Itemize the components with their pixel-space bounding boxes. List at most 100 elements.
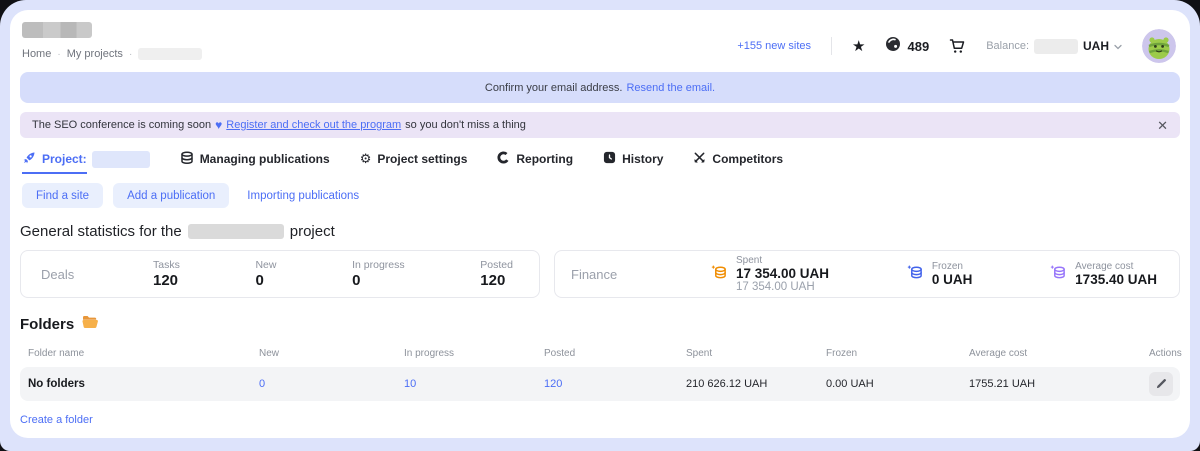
stats-heading-suffix: project [290,223,335,240]
col-average-cost: Average cost [969,348,1149,359]
tab-history-label: History [622,152,663,166]
crossed-swords-icon [693,151,706,167]
page-background: Home · My projects · +155 new sites ★ 48… [0,0,1200,451]
pie-chart-icon [497,151,510,167]
col-folder-name: Folder name [28,348,259,359]
statistics-cards: Deals Tasks 120 New 0 In progress 0 [20,250,1180,298]
balance-dropdown[interactable]: Balance: UAH [986,37,1122,55]
tab-managing-label: Managing publications [200,152,330,166]
col-spent: Spent [686,348,826,359]
coins-blue-icon [907,263,925,286]
balance-currency: UAH [1083,39,1109,53]
tab-project-label: Project: [42,152,87,166]
col-posted: Posted [544,348,686,359]
close-icon[interactable]: ✕ [1157,119,1168,132]
posted-count-link[interactable]: 120 [544,378,686,390]
project-tabs: Project: Managing publications ⚙ Project… [22,148,1180,170]
seo-register-link[interactable]: Register and check out the program [226,119,401,131]
email-banner-text: Confirm your email address. [485,82,623,94]
folders-table: Folder name New In progress Posted Spent… [20,341,1180,401]
main-card: Home · My projects · +155 new sites ★ 48… [10,10,1190,438]
finance-stat-spent: Spent 17 354.00 UAH 17 354.00 UAH [711,255,829,293]
seo-conference-banner: The SEO conference is coming soon ♥ Regi… [20,112,1180,138]
finance-stat-average-cost: Average cost 1735.40 UAH [1050,261,1157,287]
deals-stat-in-progress: In progress 0 [352,259,405,289]
tab-competitors-label: Competitors [712,152,783,166]
folder-icon [82,315,98,333]
deals-card: Deals Tasks 120 New 0 In progress 0 [20,250,540,298]
stats-heading-prefix: General statistics for the [20,223,182,240]
coin-icon [885,36,901,57]
add-publication-button[interactable]: Add a publication [113,183,229,208]
find-site-button[interactable]: Find a site [22,183,103,208]
finance-card: Finance Spent 17 354.00 UAH 17 354.00 UA… [554,250,1180,298]
table-header-row: Folder name New In progress Posted Spent… [20,341,1180,365]
breadcrumb-separator: · [129,49,132,60]
pencil-icon [1156,377,1167,392]
tab-history[interactable]: History [603,151,663,167]
folder-name-cell: No folders [28,378,259,390]
table-row: No folders 0 10 120 210 626.12 UAH 0.00 … [20,367,1180,401]
deals-stat-tasks: Tasks 120 [153,259,180,289]
balance-amount-redacted [1034,39,1078,54]
rocket-icon [22,151,36,168]
email-confirm-banner: Confirm your email address. Resend the e… [20,72,1180,103]
col-in-progress: In progress [404,348,544,359]
gear-icon: ⚙ [360,153,372,166]
logo-redacted [22,22,92,38]
seo-banner-text-before: The SEO conference is coming soon [32,119,211,131]
project-name-redacted [188,224,284,239]
stack-icon [180,151,194,168]
col-new: New [259,348,404,359]
resend-email-link[interactable]: Resend the email. [626,82,715,94]
col-frozen: Frozen [826,348,969,359]
col-actions: Actions [1149,348,1182,359]
finance-label: Finance [571,267,711,282]
coins-orange-icon [711,263,729,286]
cart-icon[interactable] [949,38,966,55]
coins-counter[interactable]: 489 [885,36,929,57]
user-avatar[interactable] [1142,29,1176,63]
action-buttons: Find a site Add a publication Importing … [22,183,1180,208]
history-icon [603,151,616,167]
tab-project-settings[interactable]: ⚙ Project settings [360,152,468,166]
edit-button[interactable] [1149,372,1173,396]
deals-stat-posted: Posted 120 [480,259,513,289]
favorites-star-icon[interactable]: ★ [852,39,865,54]
importing-publications-link[interactable]: Importing publications [247,190,359,202]
header-divider [831,37,832,55]
tab-project[interactable]: Project: [22,151,150,168]
breadcrumb-home[interactable]: Home [22,48,51,60]
frozen-cell: 0.00 UAH [826,378,969,390]
breadcrumb: Home · My projects · [22,48,202,60]
tab-settings-label: Project settings [377,152,467,166]
header-left: Home · My projects · [22,22,202,60]
tab-reporting-label: Reporting [516,152,573,166]
header-right: +155 new sites ★ 489 Balance: UAH [737,29,1176,63]
breadcrumb-separator: · [57,49,60,60]
balance-label: Balance: [986,40,1029,52]
spent-cell: 210 626.12 UAH [686,378,826,390]
create-folder-link[interactable]: Create a folder [20,414,93,426]
deals-stat-new: New 0 [255,259,276,289]
project-name-redacted [92,151,150,168]
top-header: Home · My projects · +155 new sites ★ 48… [10,10,1190,63]
tab-managing-publications[interactable]: Managing publications [180,151,330,168]
finance-stat-frozen: Frozen 0 UAH [907,261,973,287]
in-progress-count-link[interactable]: 10 [404,378,544,390]
coin-count: 489 [907,39,929,54]
new-count-link[interactable]: 0 [259,378,404,390]
chevron-down-icon [1114,37,1122,55]
tab-competitors[interactable]: Competitors [693,151,783,167]
deals-label: Deals [41,267,153,282]
seo-banner-text-after: so you don't miss a thing [405,119,526,131]
heart-icon: ♥ [215,118,222,132]
breadcrumb-my-projects[interactable]: My projects [67,48,123,60]
folders-heading: Folders [20,315,1180,333]
coins-purple-icon [1050,263,1068,286]
tab-reporting[interactable]: Reporting [497,151,573,167]
breadcrumb-project-redacted [138,48,202,60]
page-title: General statistics for the project [20,223,1180,240]
new-sites-link[interactable]: +155 new sites [737,40,811,52]
average-cost-cell: 1755.21 UAH [969,378,1149,390]
